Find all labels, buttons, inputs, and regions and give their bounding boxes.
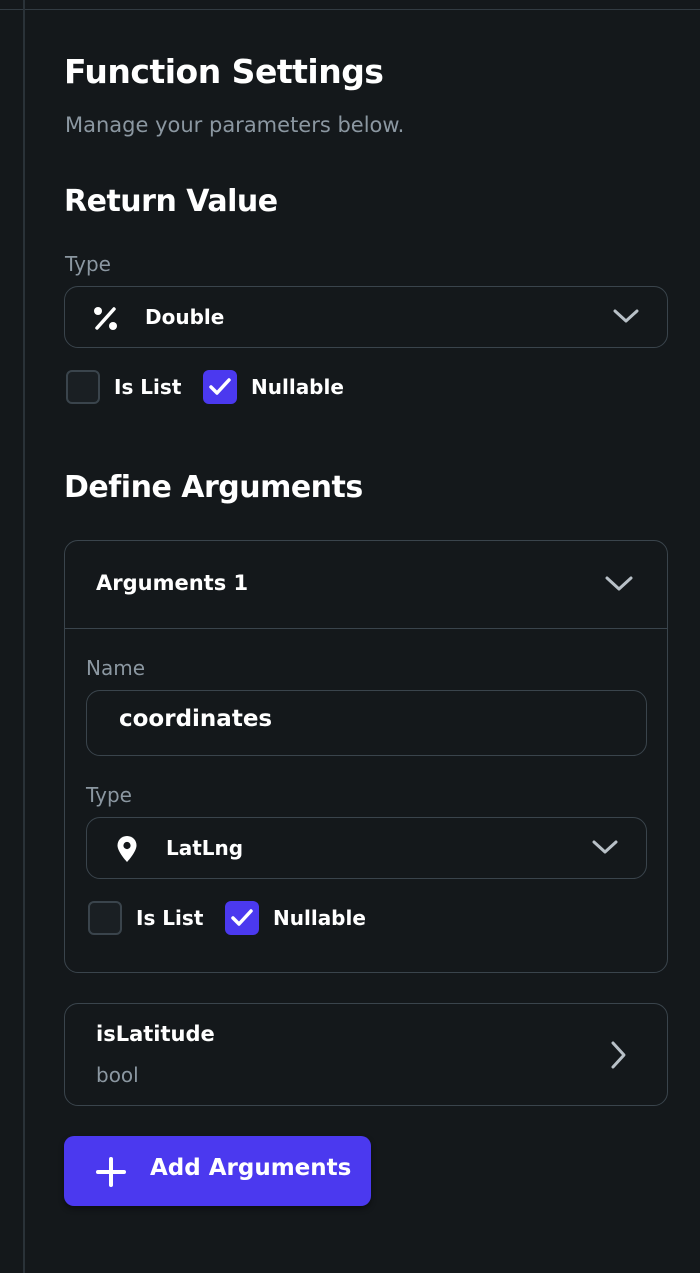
argument-type-dropdown[interactable]: LatLng [86,817,647,879]
argument-name: isLatitude [96,1022,215,1046]
argument-type: bool [96,1063,139,1087]
chevron-down-icon [604,574,634,594]
argument-card-title: Arguments 1 [96,571,249,595]
argument-is-list-checkbox[interactable] [88,901,122,935]
argument-name-label: Name [86,656,146,680]
argument-type-label: Type [86,783,132,807]
return-is-list-label: Is List [114,375,182,399]
argument-card-collapsed[interactable]: isLatitude bool [64,1003,668,1106]
argument-nullable-label: Nullable [273,906,366,930]
top-border [0,0,700,10]
checkmark-icon [230,907,254,929]
chevron-right-icon [608,1040,628,1070]
map-pin-icon [116,835,138,863]
left-panel-divider [0,0,25,1273]
card-divider [65,628,667,629]
define-arguments-title: Define Arguments [64,470,363,505]
argument-name-input[interactable]: coordinates [86,690,647,756]
page-title: Function Settings [64,52,384,91]
argument-card-expanded: Arguments 1 Name coordinates Type LatLng… [64,540,668,973]
chevron-down-icon [591,838,619,856]
add-arguments-label: Add Arguments [150,1155,352,1181]
plus-icon [95,1156,127,1188]
argument-card-header[interactable]: Arguments 1 [65,541,667,628]
argument-nullable-checkbox[interactable] [225,901,259,935]
return-type-label: Type [65,252,111,276]
argument-is-list-label: Is List [136,906,204,930]
argument-type-value: LatLng [166,836,244,860]
checkmark-icon [208,376,232,398]
add-arguments-button[interactable]: Add Arguments [64,1136,371,1206]
return-type-value: Double [145,305,225,329]
chevron-down-icon [612,307,640,325]
return-is-list-checkbox[interactable] [66,370,100,404]
page-subtitle: Manage your parameters below. [65,113,405,137]
percent-icon [92,305,120,333]
argument-name-value: coordinates [119,706,273,732]
return-value-title: Return Value [64,184,278,219]
return-nullable-label: Nullable [251,375,344,399]
return-type-dropdown[interactable]: Double [64,286,668,348]
return-nullable-checkbox[interactable] [203,370,237,404]
